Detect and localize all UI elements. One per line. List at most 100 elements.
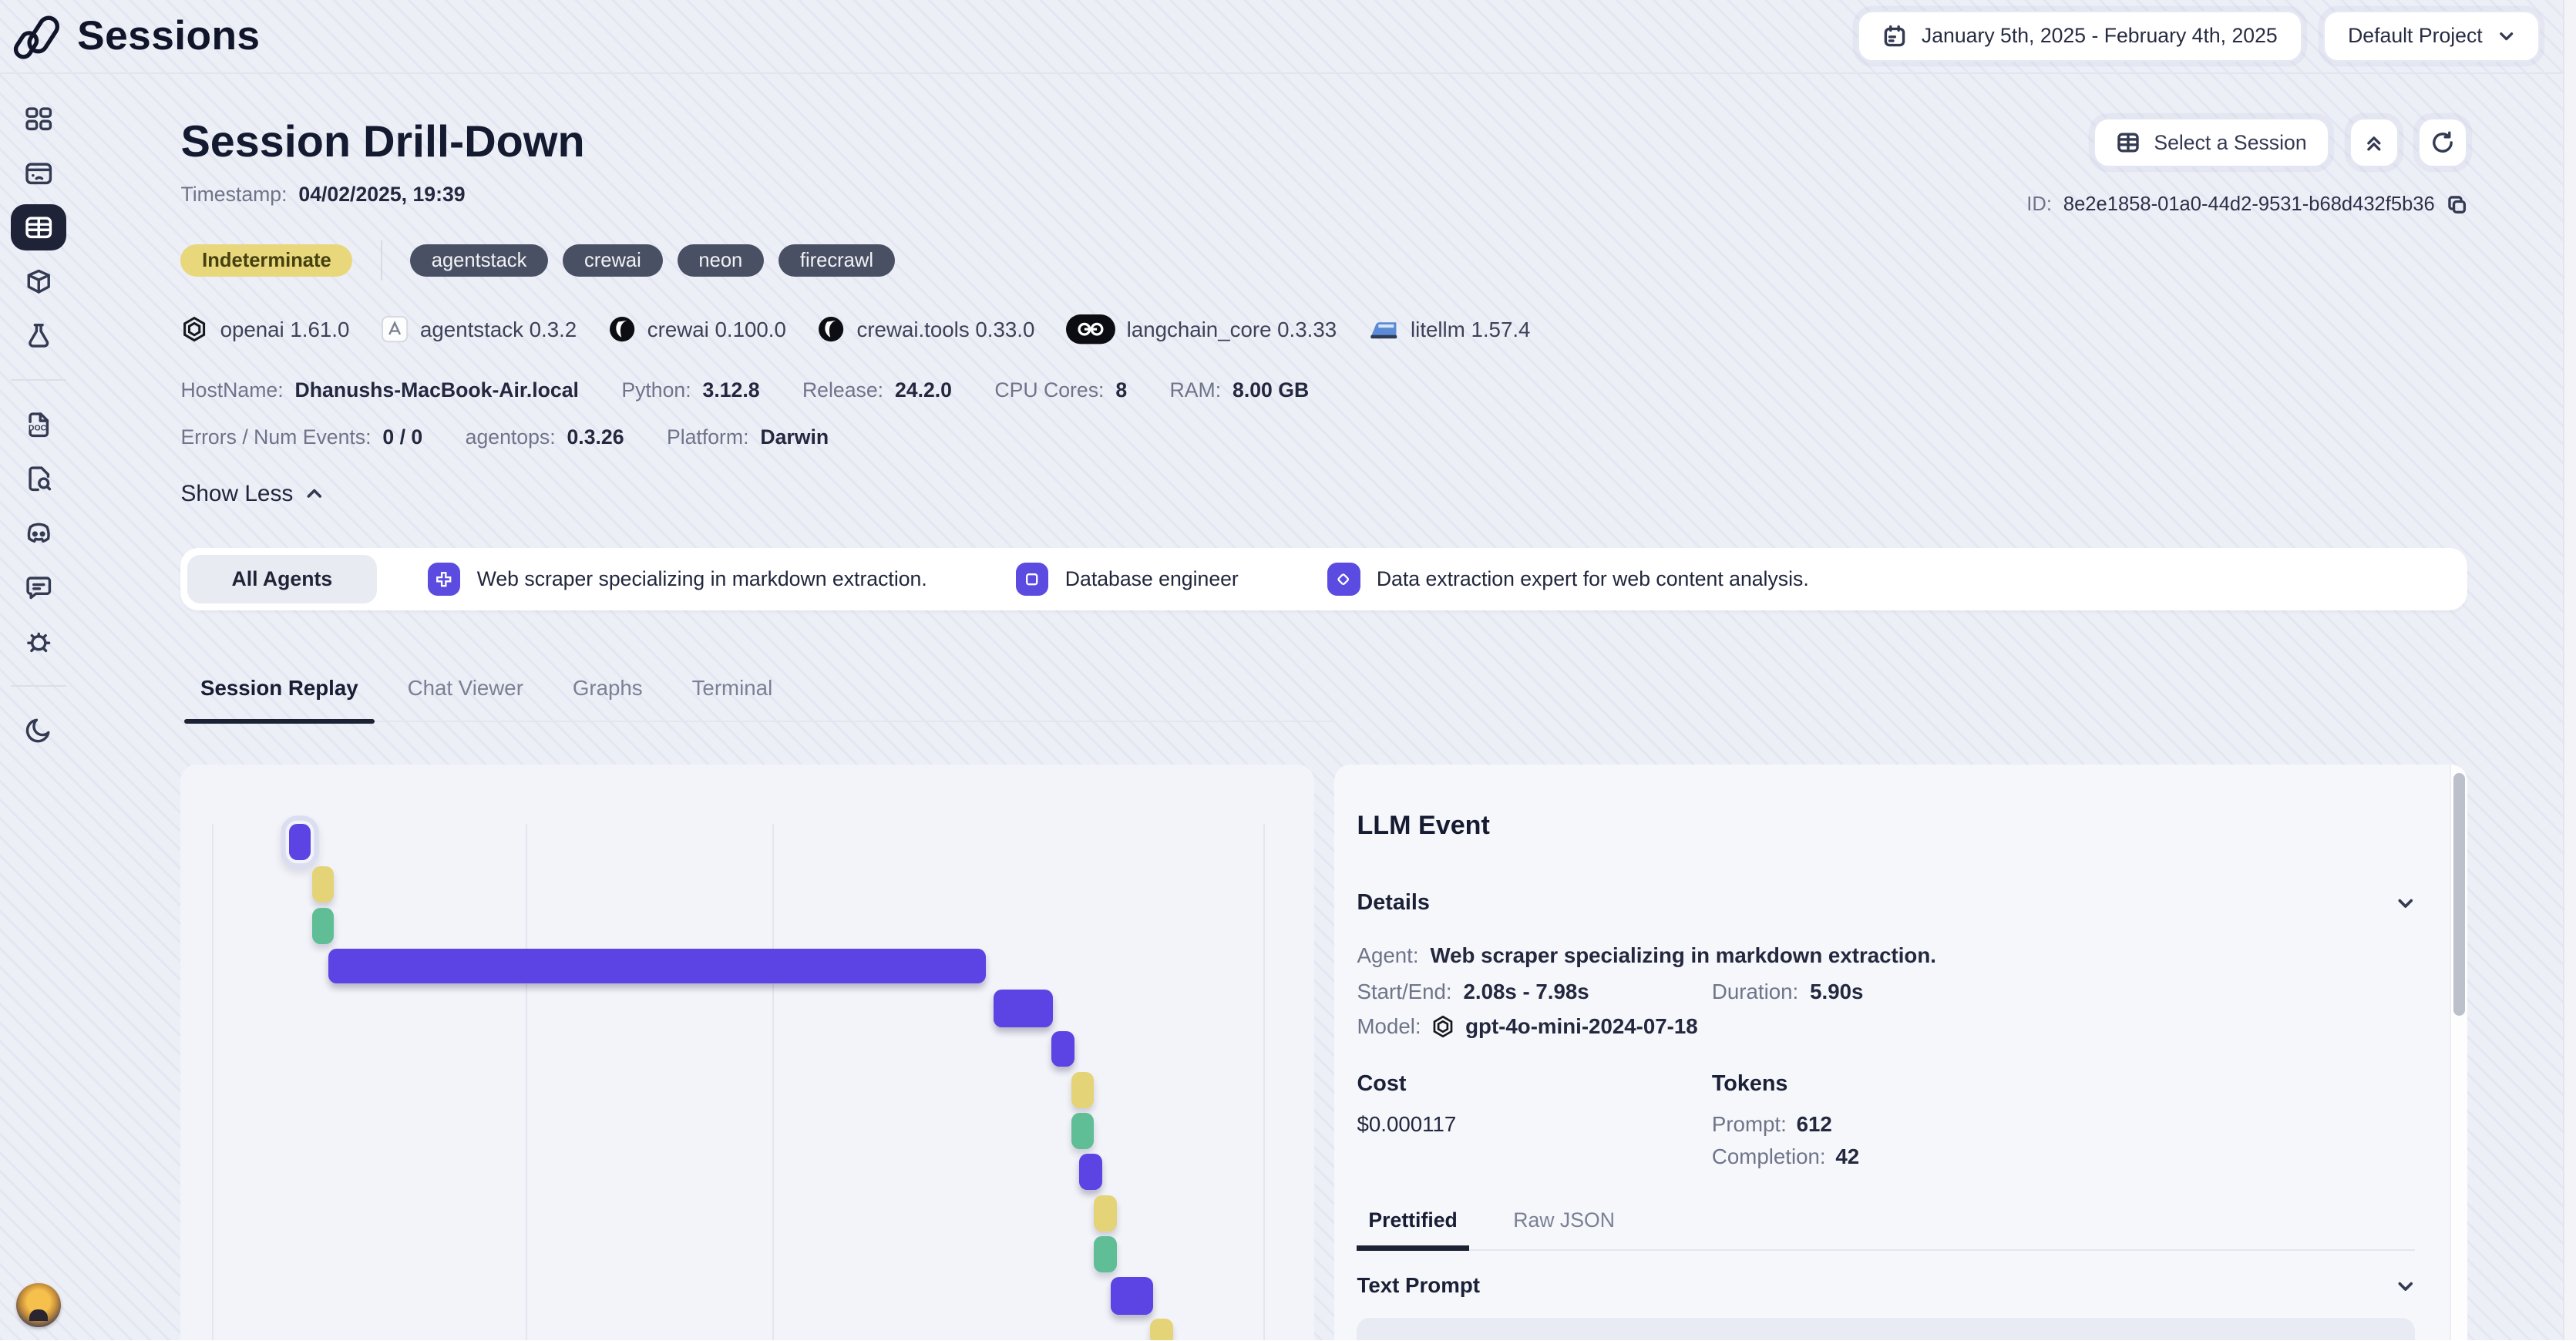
sidebar-item-dark-mode[interactable] xyxy=(11,707,66,753)
gridline xyxy=(1263,824,1265,1340)
replay-event-bar[interactable] xyxy=(1094,1195,1117,1232)
replay-event-bar[interactable] xyxy=(1071,1072,1095,1108)
tab-graphs[interactable]: Graphs xyxy=(573,676,643,721)
start-end-value: 2.08s - 7.98s xyxy=(1464,980,1589,1004)
date-range-label: January 5th, 2025 - February 4th, 2025 xyxy=(1922,24,2278,48)
chevrons-up-icon xyxy=(2363,133,2385,154)
project-selector[interactable]: Default Project xyxy=(2323,11,2540,62)
sidebar-item-dashboard[interactable] xyxy=(11,96,66,143)
agent-filter-item[interactable]: Web scraper specializing in markdown ext… xyxy=(428,563,927,596)
replay-event-bar[interactable] xyxy=(1150,1319,1173,1341)
agent-filter-item[interactable]: Data extraction expert for web content a… xyxy=(1327,563,1809,596)
sidebar-divider xyxy=(11,685,66,687)
tag: neon xyxy=(678,244,764,277)
page-title: Session Drill-Down xyxy=(180,118,584,167)
tab-session-replay[interactable]: Session Replay xyxy=(200,676,358,721)
all-agents-button[interactable]: All Agents xyxy=(187,555,377,604)
langchain-icon xyxy=(1066,314,1115,344)
chevron-down-icon[interactable] xyxy=(2396,1276,2416,1296)
tab-chat-viewer[interactable]: Chat Viewer xyxy=(408,676,523,721)
sidebar-divider xyxy=(11,379,66,381)
app-title: Sessions xyxy=(77,12,260,59)
completion-tokens-label: Completion: xyxy=(1712,1144,1826,1169)
date-range-picker[interactable]: January 5th, 2025 - February 4th, 2025 xyxy=(1858,11,2302,62)
sidebar-item-packages[interactable] xyxy=(11,259,66,305)
agent-label: Agent: xyxy=(1357,943,1418,968)
agent-icon xyxy=(1016,563,1049,596)
moon-icon xyxy=(23,714,54,745)
svg-text:DOC: DOC xyxy=(29,423,47,432)
packages-row: openai 1.61.0 agentstack 0.3.2 crewai 0.… xyxy=(180,314,2467,344)
sidebar-item-feedback[interactable] xyxy=(11,564,66,610)
sidebar-item-bugs[interactable] xyxy=(11,618,66,664)
details-section-label: Details xyxy=(1357,890,1429,916)
status-badge: Indeterminate xyxy=(180,244,352,277)
tag: firecrawl xyxy=(779,244,895,277)
tag: agentstack xyxy=(410,244,548,277)
collapse-button[interactable] xyxy=(2349,118,2399,167)
package-item: crewai 0.100.0 xyxy=(608,315,786,343)
sidebar-item-sessions[interactable] xyxy=(11,204,66,250)
app-window: Sessions January 5th, 2025 - February 4t… xyxy=(0,0,2576,1340)
flask-icon xyxy=(23,321,54,351)
gridline xyxy=(772,824,774,1340)
replay-event-bar[interactable] xyxy=(289,824,311,860)
tab-terminal[interactable]: Terminal xyxy=(692,676,773,721)
refresh-button[interactable] xyxy=(2418,118,2467,167)
system-prompt-box: System: You are Web scraper specializing… xyxy=(1357,1318,2415,1340)
chevron-down-icon[interactable] xyxy=(2396,893,2416,913)
panel-scrollbar-track[interactable] xyxy=(2450,765,2467,1340)
sidebar-item-projects[interactable] xyxy=(11,150,66,197)
cost-value: $0.000117 xyxy=(1357,1112,1711,1137)
sidebar: DOC xyxy=(0,72,77,1340)
select-session-button[interactable]: Select a Session xyxy=(2093,118,2330,167)
dashboard-icon xyxy=(23,103,54,134)
package-icon xyxy=(23,266,54,297)
table-icon xyxy=(2116,130,2141,155)
package-item: litellm 1.57.4 xyxy=(1368,318,1531,342)
tokens-label: Tokens xyxy=(1712,1071,2415,1097)
refresh-icon xyxy=(2430,130,2455,155)
copy-icon[interactable] xyxy=(2447,194,2468,216)
agent-filter-item[interactable]: Database engineer xyxy=(1016,563,1239,596)
replay-event-bar[interactable] xyxy=(1079,1154,1102,1190)
duration-value: 5.90s xyxy=(1810,980,1863,1004)
sidebar-item-logs[interactable] xyxy=(11,455,66,502)
event-title: LLM Event xyxy=(1357,811,2415,841)
tags-divider xyxy=(381,240,382,280)
brand: Sessions xyxy=(0,11,260,62)
model-label: Model: xyxy=(1357,1014,1421,1039)
model-value: gpt-4o-mini-2024-07-18 xyxy=(1465,1014,1698,1039)
crewai-tools-icon xyxy=(817,315,845,343)
package-item: crewai.tools 0.33.0 xyxy=(817,315,1034,343)
page-scrollbar[interactable] xyxy=(2563,0,2576,1340)
replay-event-bar[interactable] xyxy=(994,990,1053,1027)
sidebar-item-evals[interactable] xyxy=(11,313,66,359)
replay-event-bar[interactable] xyxy=(1071,1113,1095,1149)
host-info-row-1: HostName:Dhanushs-MacBook-Air.local Pyth… xyxy=(180,378,2467,402)
tab-prettified[interactable]: Prettified xyxy=(1368,1208,1457,1249)
sidebar-item-docs[interactable]: DOC xyxy=(11,402,66,448)
sidebar-item-discord[interactable] xyxy=(11,510,66,556)
show-less-toggle[interactable]: Show Less xyxy=(180,481,2467,507)
replay-event-bar[interactable] xyxy=(1094,1236,1117,1272)
crewai-icon xyxy=(608,315,636,343)
replay-event-bar[interactable] xyxy=(328,949,986,983)
session-id-label: ID: xyxy=(2026,193,2052,216)
replay-event-bar[interactable] xyxy=(312,908,334,944)
replay-event-bar[interactable] xyxy=(312,866,334,902)
replay-event-bar[interactable] xyxy=(1051,1031,1074,1067)
system-label: System: xyxy=(1380,1338,2392,1341)
duration-label: Duration: xyxy=(1712,980,1798,1004)
package-item: agentstack 0.3.2 xyxy=(381,315,577,343)
file-search-icon xyxy=(23,463,54,494)
text-prompt-label: Text Prompt xyxy=(1357,1273,1479,1298)
panel-scrollbar-thumb[interactable] xyxy=(2453,773,2465,1016)
agentstack-icon xyxy=(381,315,409,343)
tab-raw-json[interactable]: Raw JSON xyxy=(1513,1208,1615,1249)
litellm-icon xyxy=(1368,318,1399,341)
sessions-table-icon xyxy=(23,212,54,243)
chevron-down-icon xyxy=(2497,27,2515,45)
replay-event-bar[interactable] xyxy=(1111,1277,1153,1315)
user-avatar[interactable] xyxy=(16,1283,61,1328)
